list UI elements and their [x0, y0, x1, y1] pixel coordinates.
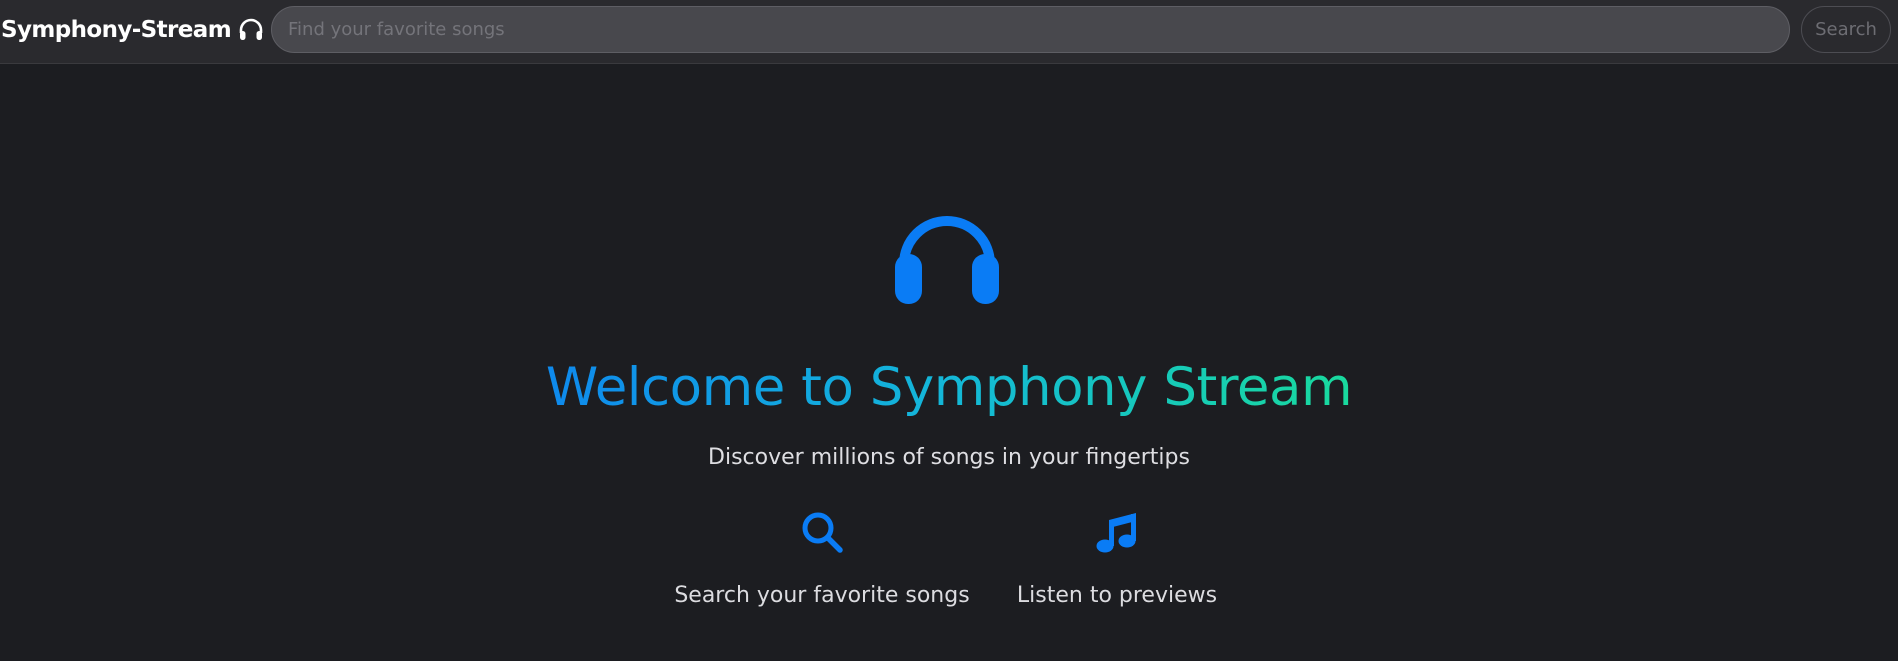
search-button[interactable]: Search	[1801, 6, 1891, 53]
feature-label: Search your favorite songs	[674, 583, 970, 608]
search-input[interactable]	[271, 6, 1790, 53]
hero-subtitle: Discover millions of songs in your finge…	[708, 445, 1190, 470]
feature-label: Listen to previews	[1016, 583, 1218, 608]
hero-title: Welcome to Symphony Stream	[449, 350, 1449, 426]
headphones-icon	[238, 17, 264, 43]
feature-search: Search your favorite songs	[652, 510, 992, 620]
feature-listen: Listen to previews	[947, 510, 1287, 620]
headphones-icon	[895, 212, 999, 304]
brand[interactable]: Symphony-Stream	[1, 14, 264, 46]
search-icon	[800, 510, 844, 554]
navbar: Symphony-Stream Search	[0, 0, 1898, 64]
music-note-icon	[1095, 510, 1139, 554]
brand-name: Symphony-Stream	[1, 17, 232, 43]
